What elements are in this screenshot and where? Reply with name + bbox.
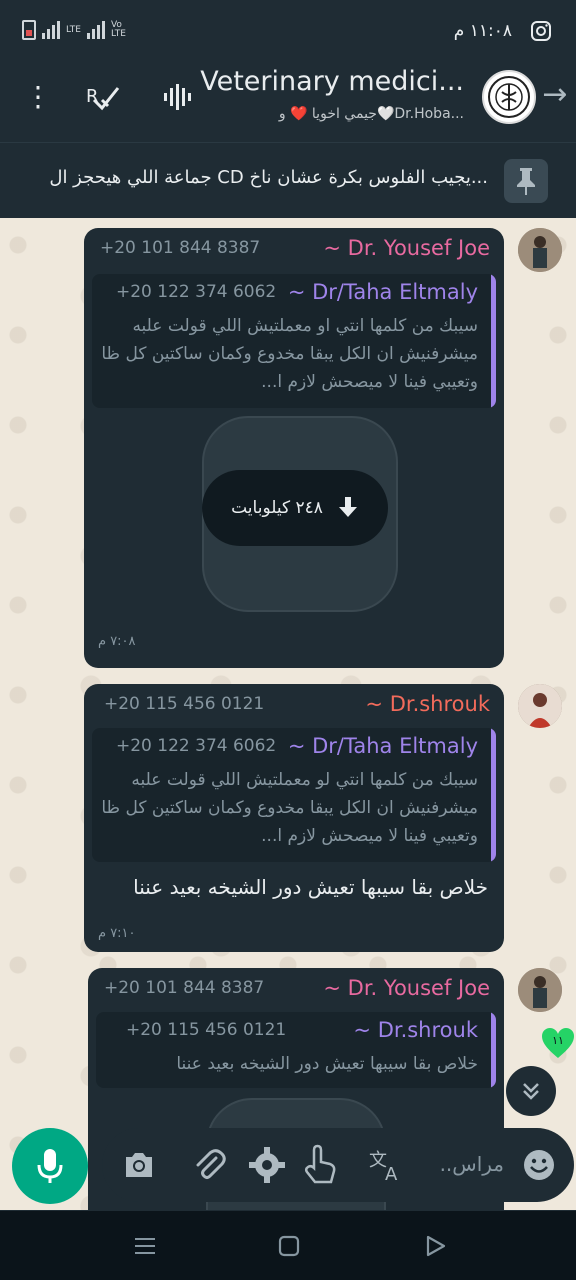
quote-phone: +20 122 374 6062 [116, 282, 277, 302]
system-nav-bar [0, 1210, 576, 1280]
message-time: ٧:١٠ م [98, 926, 136, 941]
message-text: خلاص بقا سيبها تعيش دور الشيخه بعيد عننا [133, 875, 488, 899]
unread-count: ١١ [552, 1034, 564, 1047]
quote-text: سيبك من كلمها انتي لو معملتيش اللي قولت … [101, 770, 478, 846]
sender-row: +20 101 844 8387 ~ Dr. Yousef Joe [88, 976, 504, 1004]
touch-gesture-icon[interactable] [300, 1144, 338, 1184]
status-left: LTE Vo LTE [22, 20, 131, 40]
recent-apps-icon[interactable] [132, 1233, 158, 1259]
status-right: ١١:٠٨ م [454, 20, 552, 42]
read-ticks-icon[interactable]: R [84, 80, 124, 114]
sender-phone: +20 101 844 8387 [100, 238, 261, 258]
message-bubble[interactable]: +20 115 456 0121 ~ Dr.shrouk +20 122 374… [84, 684, 504, 952]
emoji-icon[interactable] [520, 1146, 558, 1184]
sender-name[interactable]: ~ Dr. Yousef Joe [323, 976, 490, 1000]
microphone-icon [37, 1149, 63, 1183]
sender-avatar[interactable] [518, 684, 562, 728]
quote-text: سيبك من كلمها انتي او معملتيش اللي قولت … [101, 316, 478, 392]
sim-icon [22, 20, 36, 40]
pinned-message-bar[interactable]: جماعة اللي هيحجز ال CD يجيب الفلوس بكرة … [0, 142, 576, 218]
sender-name[interactable]: ~ Dr.shrouk [365, 692, 490, 716]
pin-icon[interactable] [504, 159, 548, 203]
voice-record-button[interactable] [12, 1128, 88, 1204]
group-title[interactable]: Veterinary medici... [194, 66, 464, 97]
back-icon[interactable] [422, 1233, 448, 1259]
scroll-to-bottom-button[interactable] [506, 1066, 556, 1116]
back-arrow-icon[interactable]: → [538, 78, 572, 112]
quote-name: ~ Dr.shrouk [353, 1018, 478, 1042]
chat-area[interactable]: +20 101 844 8387 ~ Dr. Yousef Joe +20 12… [0, 218, 576, 1210]
more-options-icon[interactable]: ⋮ [24, 82, 52, 112]
sender-avatar[interactable] [518, 968, 562, 1012]
quote-name: ~ Dr/Taha Eltmaly [287, 734, 478, 758]
quoted-message[interactable]: +20 115 456 0121 ~ Dr.shrouk خلاص بقا سي… [96, 1012, 496, 1088]
sender-row: +20 101 844 8387 ~ Dr. Yousef Joe [84, 236, 504, 264]
quote-bar [491, 1012, 496, 1088]
unread-count-badge[interactable]: ١١ [540, 1026, 576, 1062]
sender-row: +20 115 456 0121 ~ Dr.shrouk [84, 692, 504, 720]
quote-phone: +20 122 374 6062 [116, 736, 277, 756]
attach-icon[interactable] [190, 1146, 228, 1184]
status-time: ١١:٠٨ م [453, 21, 512, 41]
download-button[interactable]: ٢٤٨ كيلوبايت [202, 470, 388, 546]
status-bar: LTE Vo LTE ١١:٠٨ م [0, 0, 576, 64]
quoted-message[interactable]: +20 122 374 6062 ~ Dr/Taha Eltmaly سيبك … [92, 274, 496, 408]
sender-name[interactable]: ~ Dr. Yousef Joe [323, 236, 490, 260]
message-bubble[interactable]: +20 101 844 8387 ~ Dr. Yousef Joe +20 12… [84, 228, 504, 668]
quote-name: ~ Dr/Taha Eltmaly [287, 280, 478, 304]
double-chevron-down-icon [523, 1083, 539, 1100]
instagram-icon [531, 21, 551, 41]
pinned-text: جماعة اللي هيحجز ال CD يجيب الفلوس بكرة … [49, 167, 488, 188]
message-input[interactable]: مراس.. [420, 1152, 504, 1176]
sender-avatar[interactable] [518, 228, 562, 272]
quote-bar [491, 728, 496, 862]
signal-icon [42, 21, 60, 39]
message-time: ٧:٠٨ م [98, 634, 136, 649]
sender-phone: +20 115 456 0121 [104, 694, 265, 714]
group-avatar[interactable] [482, 70, 536, 124]
settings-gear-icon[interactable] [248, 1146, 286, 1184]
camera-icon[interactable] [120, 1146, 158, 1184]
home-icon[interactable] [276, 1233, 302, 1259]
group-logo-icon [488, 76, 530, 118]
message-composer[interactable]: 文A مراس.. [102, 1128, 574, 1202]
group-subtitle[interactable]: جيمي اخويا ❤️ و🤍Dr.Hoba... [194, 106, 464, 122]
quote-text: خلاص بقا سيبها تعيش دور الشيخه بعيد عننا [176, 1054, 478, 1074]
signal-icon-2 [86, 21, 105, 39]
volte-label: Vo LTE [110, 20, 126, 39]
translate-icon[interactable]: 文A [368, 1146, 406, 1184]
quoted-message[interactable]: +20 122 374 6062 ~ Dr/Taha Eltmaly سيبك … [92, 728, 496, 862]
svg-text:A: A [385, 1164, 398, 1182]
quote-bar [491, 274, 496, 408]
voice-call-icon[interactable] [162, 82, 196, 112]
chat-header: ⋮ R Veterinary medici... جيمي اخويا ❤️ و… [0, 64, 576, 142]
sender-phone: +20 101 844 8387 [104, 978, 265, 998]
attachment-size: ٢٤٨ كيلوبايت [231, 498, 323, 518]
quote-phone: +20 115 456 0121 [126, 1020, 287, 1040]
download-icon [338, 497, 357, 517]
network-type: LTE [66, 25, 81, 35]
